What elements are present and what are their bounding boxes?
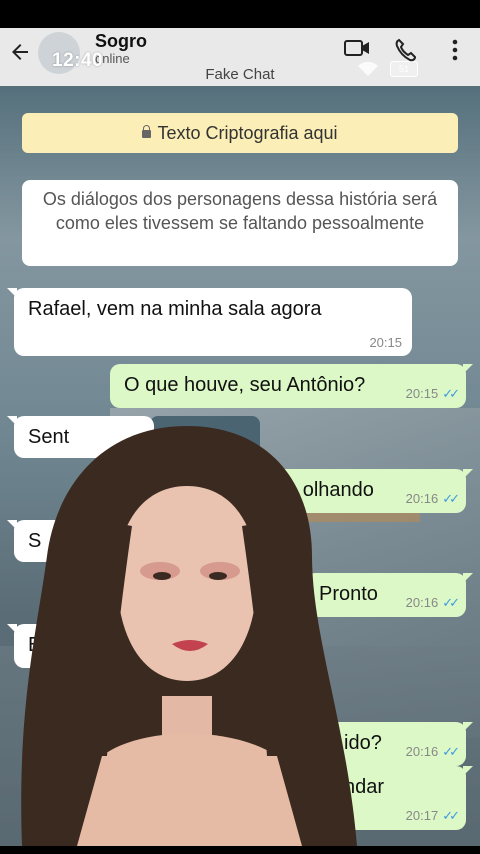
contact-name[interactable]: Sogro: [95, 31, 147, 52]
message-bubble-in[interactable]: Rafael, vem na minha sala agora 20:15: [7, 288, 412, 356]
chat-area[interactable]: Texto Criptografia aqui Os diálogos dos …: [0, 86, 480, 846]
read-ticks-icon: ✓✓: [442, 595, 460, 610]
more-vert-icon[interactable]: [450, 38, 460, 62]
read-ticks-icon: ✓✓: [442, 808, 460, 823]
bottom-bar: [0, 846, 480, 854]
message-text: O que houve, seu Antônio?: [124, 374, 366, 396]
read-ticks-icon: ✓✓: [442, 386, 460, 401]
phone-call-icon[interactable]: [394, 38, 416, 62]
encryption-text: Texto Criptografia aqui: [157, 123, 338, 143]
message-text: Rafael, vem na minha sala agora: [28, 298, 322, 320]
presenter-overlay-image: [21, 426, 358, 846]
screen-title: Fake Chat: [205, 66, 275, 83]
message-time: 20:15: [369, 335, 402, 350]
encryption-banner[interactable]: Texto Criptografia aqui: [22, 113, 458, 153]
read-ticks-icon: ✓✓: [442, 491, 460, 506]
message-bubble-out[interactable]: O que houve, seu Antônio? 20:15 ✓✓: [110, 364, 473, 408]
read-ticks-icon: ✓✓: [442, 744, 460, 759]
top-black-bar: [0, 0, 480, 28]
chat-header: Sogro online 12:40 51 Fake Chat: [0, 28, 480, 87]
message-time: 20:16 ✓✓: [405, 595, 460, 610]
message-time: 20:16 ✓✓: [405, 744, 460, 759]
video-call-icon[interactable]: [344, 38, 370, 58]
message-time: 20:16 ✓✓: [405, 491, 460, 506]
system-notice: Os diálogos dos personagens dessa histór…: [22, 180, 458, 266]
lock-icon: [142, 125, 152, 138]
message-time: 20:15 ✓✓: [405, 386, 460, 401]
back-arrow-icon[interactable]: [8, 40, 32, 64]
message-time: 20:17 ✓✓: [405, 808, 460, 823]
